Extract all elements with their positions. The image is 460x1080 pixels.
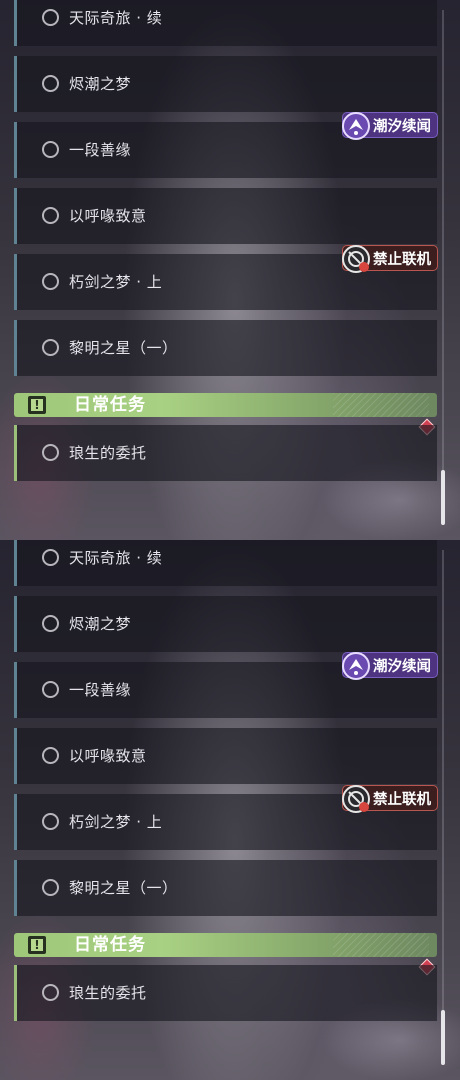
- quest-status-circle-icon: [42, 141, 59, 158]
- quest-status-circle-icon: [42, 681, 59, 698]
- quest-title: 烬潮之梦: [69, 615, 132, 633]
- quest-title: 琅生的委托: [69, 444, 147, 462]
- quest-status-circle-icon: [42, 207, 59, 224]
- daily-quests-title: 日常任务: [74, 395, 146, 415]
- quest-status-circle-icon: [42, 984, 59, 1001]
- quest-item-liming[interactable]: 黎明之星（一）: [14, 320, 437, 376]
- tide-event-icon: [342, 652, 370, 680]
- quest-title: 琅生的委托: [69, 984, 147, 1002]
- no-coop-icon: [342, 245, 370, 273]
- quest-item-huhui[interactable]: 以呼喙致意: [14, 188, 437, 244]
- scrollbar-thumb[interactable]: [441, 1010, 445, 1065]
- header-decoration: [333, 933, 429, 957]
- quest-title: 一段善缘: [69, 681, 132, 699]
- daily-quests-title: 日常任务: [74, 935, 146, 955]
- quest-status-circle-icon: [42, 747, 59, 764]
- quest-item-tianji[interactable]: 天际奇旅 · 续: [14, 0, 437, 46]
- daily-quests-header[interactable]: 日常任务: [14, 933, 437, 957]
- quest-title: 以呼喙致意: [69, 747, 147, 765]
- daily-quests-header[interactable]: 日常任务: [14, 393, 437, 417]
- quest-status-circle-icon: [42, 444, 59, 461]
- quest-item-huhui[interactable]: 以呼喙致意: [14, 728, 437, 784]
- quest-title: 朽剑之梦 · 上: [69, 273, 163, 291]
- event-tag: 潮汐续闻: [342, 652, 438, 680]
- event-tag-label: 潮汐续闻: [373, 658, 431, 675]
- quest-title: 以呼喙致意: [69, 207, 147, 225]
- quest-list-panel: 天际奇旅 · 续 烬潮之梦 一段善缘 以呼喙致意 朽剑之梦 · 上 黎明之星（一…: [0, 540, 460, 1080]
- no-coop-tag: 禁止联机: [342, 785, 438, 813]
- quest-status-circle-icon: [42, 339, 59, 356]
- no-coop-tag-label: 禁止联机: [373, 251, 431, 268]
- quest-item-jinchao[interactable]: 烬潮之梦: [14, 596, 437, 652]
- quest-status-circle-icon: [42, 273, 59, 290]
- alert-icon: [28, 936, 46, 954]
- no-coop-icon: [342, 785, 370, 813]
- scrollbar-track[interactable]: [442, 10, 444, 525]
- no-coop-tag-label: 禁止联机: [373, 791, 431, 808]
- quest-title: 天际奇旅 · 续: [69, 549, 163, 567]
- quest-title: 天际奇旅 · 续: [69, 9, 163, 27]
- quest-status-circle-icon: [42, 75, 59, 92]
- quest-status-circle-icon: [42, 879, 59, 896]
- quest-status-circle-icon: [42, 9, 59, 26]
- quest-status-circle-icon: [42, 615, 59, 632]
- quest-title: 烬潮之梦: [69, 75, 132, 93]
- tide-event-icon: [342, 112, 370, 140]
- quest-status-circle-icon: [42, 549, 59, 566]
- quest-item-liming[interactable]: 黎明之星（一）: [14, 860, 437, 916]
- quest-title: 朽剑之梦 · 上: [69, 813, 163, 831]
- alert-icon: [28, 396, 46, 414]
- event-tag-label: 潮汐续闻: [373, 118, 431, 135]
- no-coop-tag: 禁止联机: [342, 245, 438, 273]
- event-tag: 潮汐续闻: [342, 112, 438, 140]
- quest-item-jinchao[interactable]: 烬潮之梦: [14, 56, 437, 112]
- quest-list-panel: 天际奇旅 · 续 烬潮之梦 一段善缘 以呼喙致意 朽剑之梦 · 上 黎明之星（一…: [0, 0, 460, 540]
- quest-title: 黎明之星（一）: [69, 339, 178, 357]
- quest-item-tianji[interactable]: 天际奇旅 · 续: [14, 540, 437, 586]
- scrollbar-thumb[interactable]: [441, 470, 445, 525]
- quest-status-circle-icon: [42, 813, 59, 830]
- quest-title: 一段善缘: [69, 141, 132, 159]
- scrollbar-track[interactable]: [442, 550, 444, 1065]
- header-decoration: [333, 393, 429, 417]
- quest-item-langsheng[interactable]: 琅生的委托: [14, 425, 437, 481]
- quest-item-langsheng[interactable]: 琅生的委托: [14, 965, 437, 1021]
- quest-title: 黎明之星（一）: [69, 879, 178, 897]
